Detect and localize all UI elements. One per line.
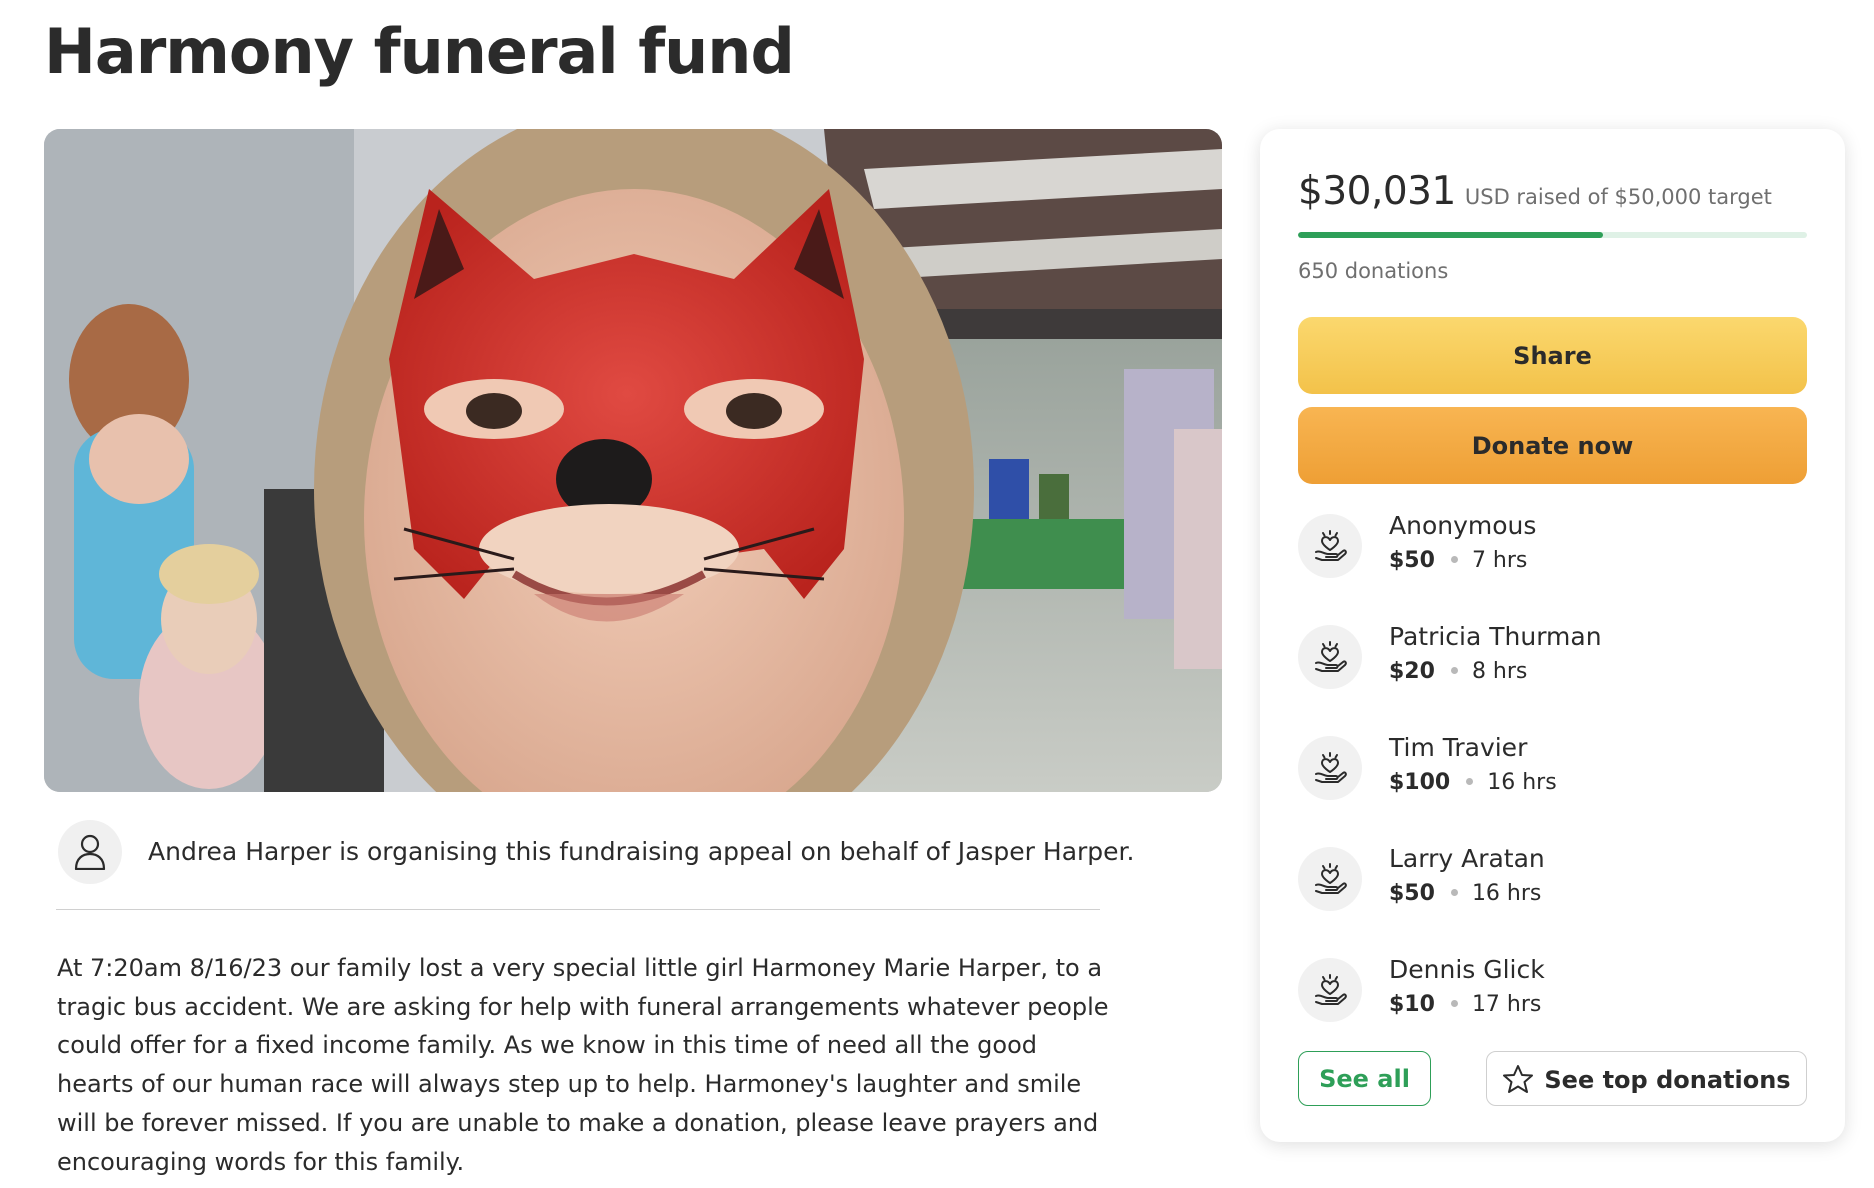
see-top-donations-label: See top donations <box>1544 1065 1791 1094</box>
donation-meta: $20 8 hrs <box>1389 656 1527 688</box>
donation-amount: $10 <box>1389 992 1435 1017</box>
donation-count: 650 donations <box>1298 259 1449 283</box>
heart-hand-icon <box>1315 530 1347 561</box>
campaign-story: At 7:20am 8/16/23 our family lost a very… <box>57 954 1109 1176</box>
campaign-photo[interactable] <box>44 129 1222 792</box>
donation-meta: $100 16 hrs <box>1389 767 1557 799</box>
donation-time: 16 hrs <box>1487 770 1557 795</box>
donation-list-item: Tim Travier $100 16 hrs <box>1298 731 1807 842</box>
donation-amount: $50 <box>1389 881 1435 906</box>
progress-fill <box>1298 232 1604 238</box>
donor-avatar <box>1298 625 1362 689</box>
donor-avatar <box>1298 514 1362 578</box>
separator-dot <box>1450 889 1458 896</box>
heart-hand-icon <box>1315 974 1347 1005</box>
donor-name: Dennis Glick <box>1389 955 1545 984</box>
donor-avatar <box>1298 958 1362 1022</box>
separator-dot <box>1450 1000 1458 1007</box>
donation-meta: $50 7 hrs <box>1389 545 1527 577</box>
see-top-donations-button[interactable]: See top donations <box>1486 1051 1807 1106</box>
organiser-section: Andrea Harper is organising this fundrai… <box>56 820 1135 910</box>
donation-time: 17 hrs <box>1471 992 1542 1017</box>
donor-name: Larry Aratan <box>1389 844 1545 873</box>
share-button[interactable]: Share <box>1298 317 1807 394</box>
photo-image <box>44 129 1222 792</box>
recent-donations-list: Anonymous $50 7 hrs Patricia Thurman $20 8 hr… <box>1298 509 1807 1064</box>
organiser-text: Andrea Harper is organising this fundrai… <box>148 837 1135 866</box>
heart-hand-icon <box>1315 641 1347 672</box>
donor-avatar <box>1298 847 1362 911</box>
donation-time: 16 hrs <box>1471 881 1542 906</box>
page-title: Harmony funeral fund <box>44 15 795 88</box>
donation-list-item: Dennis Glick $10 17 hrs <box>1298 953 1807 1064</box>
progress-bar <box>1298 232 1807 238</box>
person-icon <box>74 834 106 870</box>
raised-amount: $30,031 <box>1298 169 1456 214</box>
organiser-avatar[interactable] <box>58 820 122 884</box>
donation-amount: $100 <box>1389 770 1451 795</box>
donor-name: Patricia Thurman <box>1389 622 1602 651</box>
donor-name: Anonymous <box>1389 511 1537 540</box>
donate-now-button[interactable]: Donate now <box>1298 407 1807 484</box>
donation-amount: $50 <box>1389 548 1435 573</box>
donation-time: 8 hrs <box>1471 659 1528 684</box>
separator-dot <box>1450 667 1458 674</box>
donation-amount: $20 <box>1389 659 1435 684</box>
see-all-button[interactable]: See all <box>1298 1051 1431 1106</box>
raised-target-label: USD raised of $50,000 target <box>1464 185 1772 209</box>
star-icon <box>1503 1064 1534 1093</box>
raised-summary: $30,031 USD raised of $50,000 target <box>1298 169 1772 214</box>
donor-name: Tim Travier <box>1389 733 1528 762</box>
separator-dot <box>1450 556 1458 563</box>
heart-hand-icon <box>1315 752 1347 783</box>
separator-dot <box>1466 778 1474 785</box>
donation-meta: $50 16 hrs <box>1389 878 1541 910</box>
donation-list-item: Anonymous $50 7 hrs <box>1298 509 1807 620</box>
donation-list-item: Patricia Thurman $20 8 hrs <box>1298 620 1807 731</box>
donor-avatar <box>1298 736 1362 800</box>
donation-list-item: Larry Aratan $50 16 hrs <box>1298 842 1807 953</box>
donation-card: $30,031 USD raised of $50,000 target 650… <box>1260 129 1845 1142</box>
heart-hand-icon <box>1315 863 1347 894</box>
donation-meta: $10 17 hrs <box>1389 989 1541 1021</box>
donation-time: 7 hrs <box>1471 548 1528 573</box>
